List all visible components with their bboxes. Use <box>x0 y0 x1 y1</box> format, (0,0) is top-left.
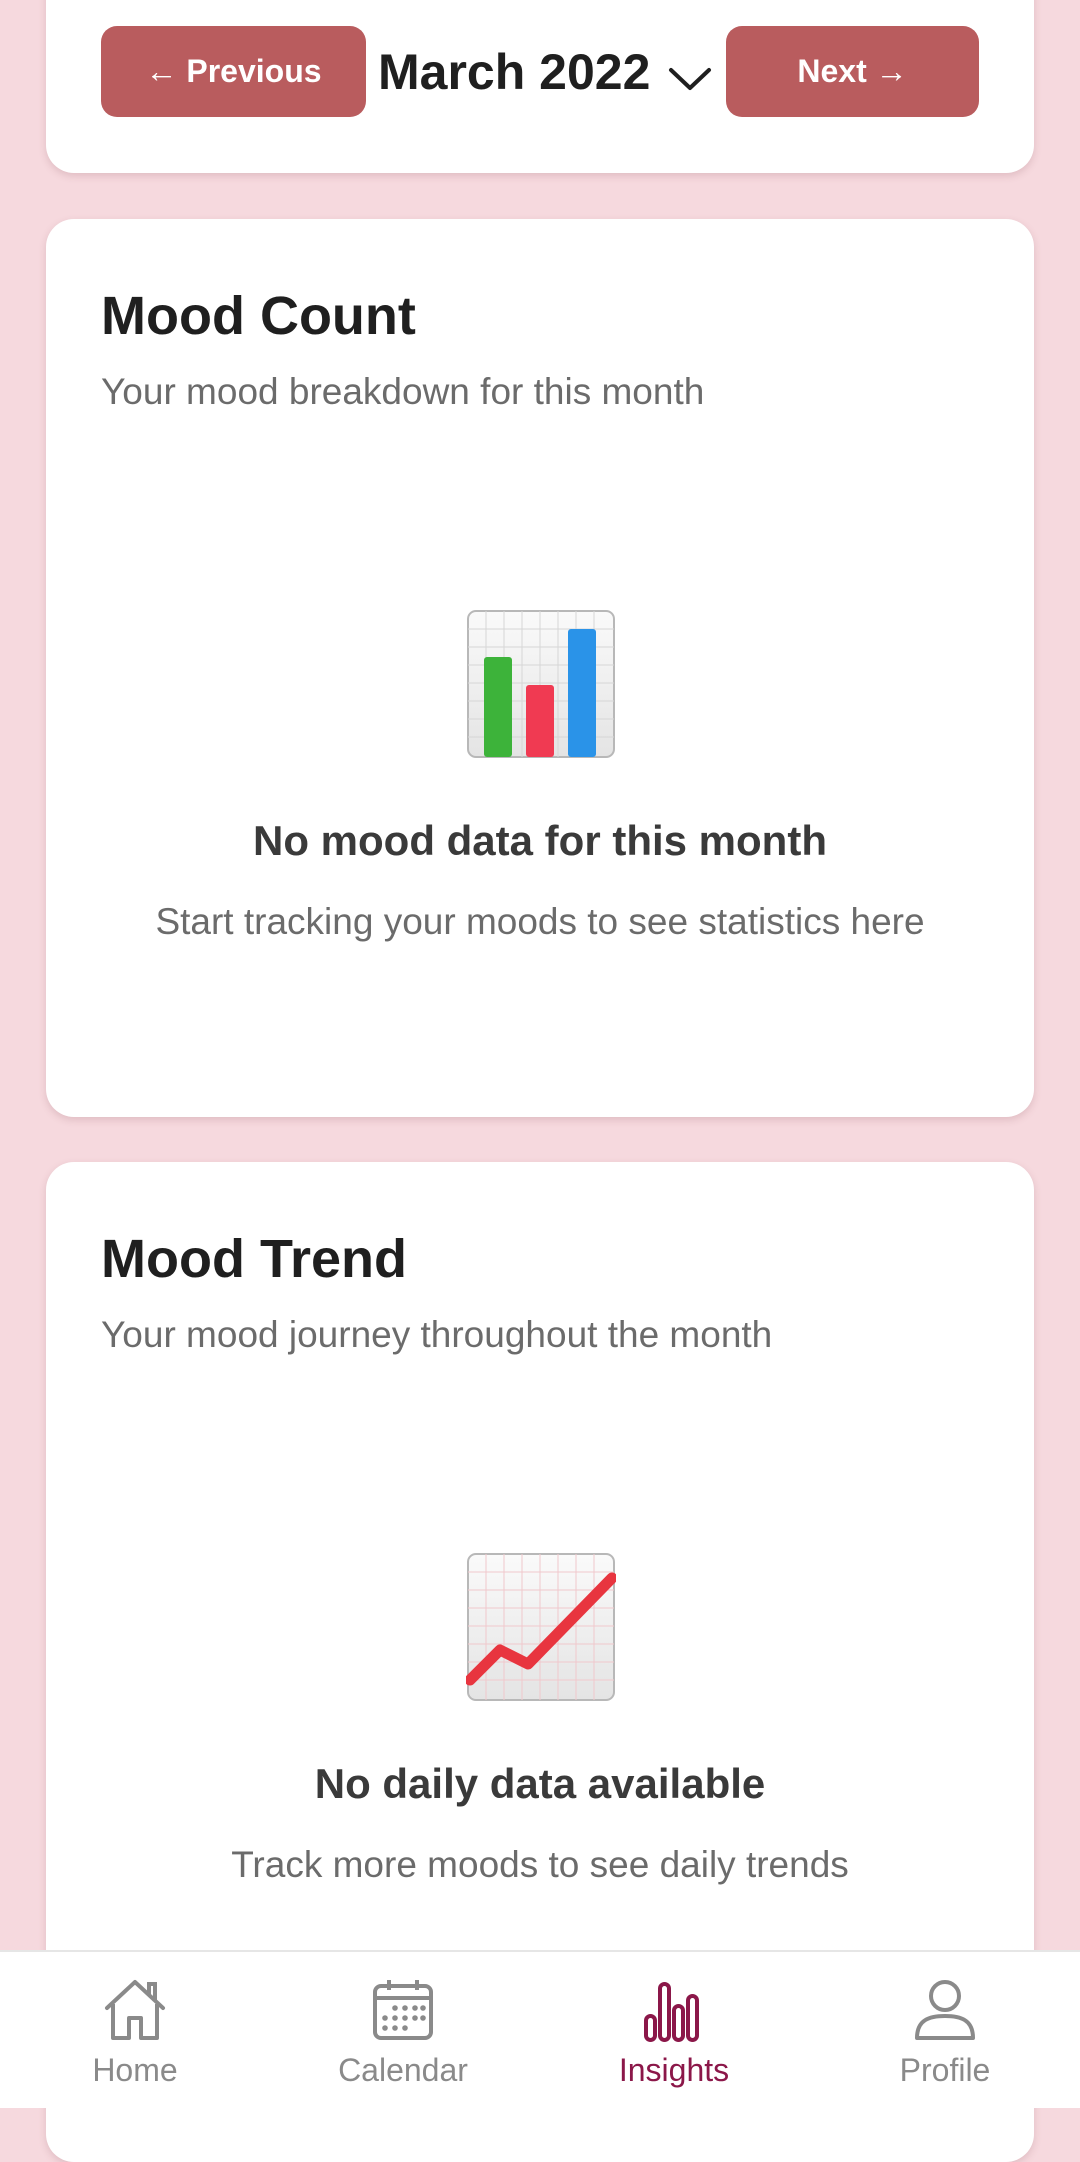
mood-trend-subtitle: Your mood journey throughout the month <box>101 1314 773 1355</box>
mood-count-subtitle: Your mood breakdown for this month <box>101 371 705 412</box>
mood-trend-empty-subtitle: Track more moods to see daily trends <box>231 1844 849 1885</box>
month-selector[interactable]: March 2022 <box>378 26 712 117</box>
mood-count-title: Mood Count <box>101 286 416 346</box>
tab-profile[interactable]: Profile <box>810 1952 1080 2108</box>
bottom-tab-bar: Home Calendar Insights Profile <box>0 1950 1080 2108</box>
next-month-button[interactable]: Next → <box>726 26 979 117</box>
mood-trend-title: Mood Trend <box>101 1229 407 1289</box>
tab-insights[interactable]: Insights <box>539 1952 809 2108</box>
month-label: March 2022 <box>378 43 651 100</box>
home-icon <box>105 1980 165 2040</box>
tab-calendar-label: Calendar <box>338 2052 468 2088</box>
previous-month-button[interactable]: ← Previous <box>101 26 366 117</box>
calendar-icon <box>373 1980 433 2040</box>
month-navigation-card: ← Previous March 2022 Next → <box>46 0 1034 173</box>
mood-count-empty-title: No mood data for this month <box>253 817 827 864</box>
tab-home-label: Home <box>92 2052 178 2088</box>
tab-home[interactable]: Home <box>0 1952 270 2108</box>
tab-calendar[interactable]: Calendar <box>268 1952 538 2108</box>
mood-count-card: Mood Count Your mood breakdown for this … <box>46 219 1034 1117</box>
insights-icon <box>644 1982 699 2042</box>
bar-chart-icon <box>467 610 615 758</box>
mood-count-empty-subtitle: Start tracking your moods to see statist… <box>155 901 925 942</box>
mood-trend-empty-title: No daily data available <box>314 1760 766 1807</box>
chart-increasing-icon <box>466 1553 616 1701</box>
chevron-down-icon <box>669 67 712 90</box>
profile-icon <box>915 1980 975 2040</box>
tab-insights-label: Insights <box>618 2052 730 2088</box>
tab-profile-label: Profile <box>899 2052 991 2088</box>
